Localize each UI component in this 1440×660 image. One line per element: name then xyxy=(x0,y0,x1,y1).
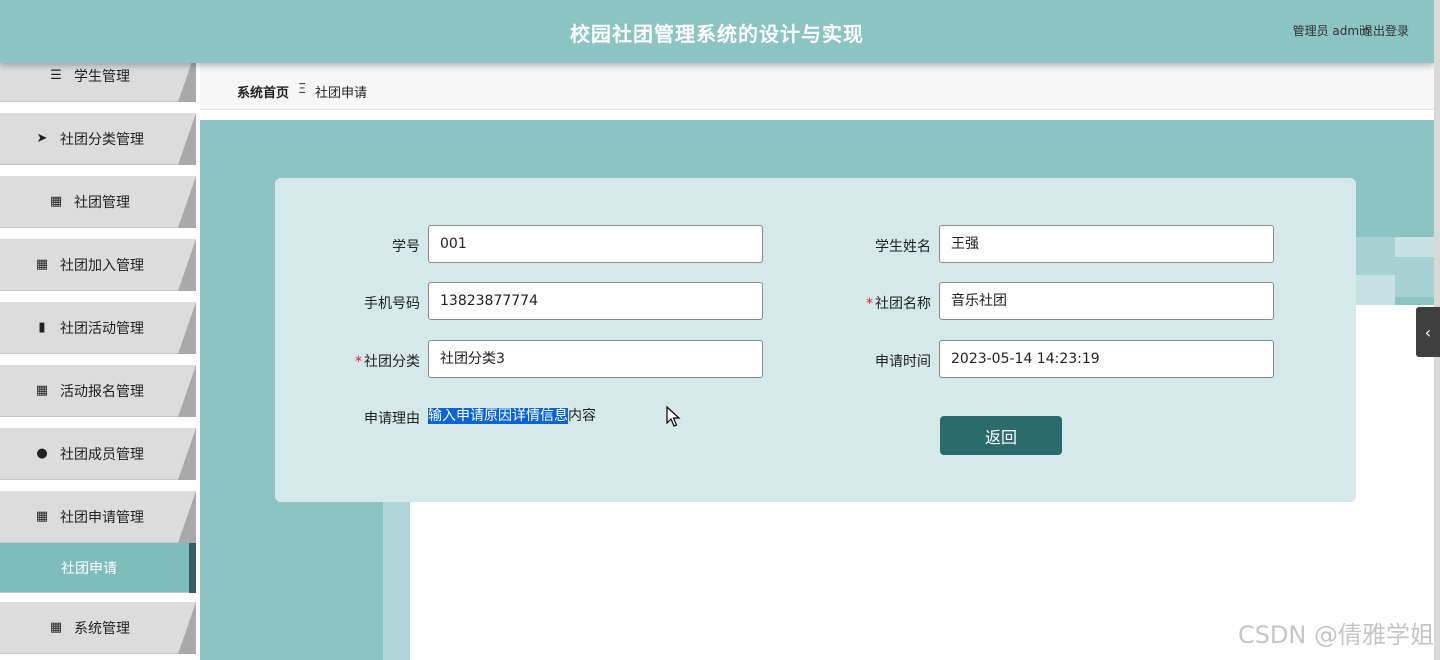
phone-field[interactable]: 13823877774 xyxy=(428,282,763,320)
watermark: CSDN @倩雅学姐 xyxy=(1237,621,1434,649)
apply-time-field[interactable]: 2023-05-14 14:23:19 xyxy=(939,340,1274,378)
menu-flap xyxy=(178,113,196,165)
sidebar: ☰ 学生管理 ➤ 社团分类管理 ▦ 社团管理 ▦ 社团加入管理 ▮ 社团活动管理 xyxy=(0,50,200,660)
menu-flap xyxy=(178,302,196,354)
breadcrumb-home[interactable]: 系统首页 xyxy=(237,82,289,101)
student-name-field[interactable]: 王强 xyxy=(939,225,1274,263)
mouse-cursor-icon xyxy=(666,406,681,427)
apply-time-label: 申请时间 xyxy=(875,354,931,370)
sidebar-item-label: 社团申请 xyxy=(61,560,117,577)
bar-chart-icon: ▮ xyxy=(38,320,46,335)
menu-flap xyxy=(178,176,196,228)
sidebar-item-label: 学生管理 xyxy=(74,68,130,85)
grid-icon: ▦ xyxy=(35,383,49,398)
paper-plane-icon: ➤ xyxy=(36,131,48,146)
sliders-icon: ☰ xyxy=(50,68,62,83)
student-name-label: 学生姓名 xyxy=(875,239,931,255)
sidebar-item-label: 社团分类管理 xyxy=(60,131,144,148)
sidebar-item-label: 社团加入管理 xyxy=(60,257,144,274)
club-category-label: * 社团分类 xyxy=(355,354,420,370)
breadcrumb-separator: Ξ xyxy=(298,82,307,97)
reason-content[interactable]: 输入申请原因详情信息内容 xyxy=(428,398,596,435)
sidebar-item-club-join-management[interactable]: ▦ 社团加入管理 xyxy=(0,239,196,291)
sidebar-item-club-activity-management[interactable]: ▮ 社团活动管理 xyxy=(0,302,196,354)
back-button[interactable]: 返回 xyxy=(940,416,1062,455)
student-no-field[interactable]: 001 xyxy=(428,225,763,263)
phone-label: 手机号码 xyxy=(364,296,420,312)
reason-label: 申请理由 xyxy=(364,411,420,427)
menu-flap xyxy=(178,365,196,417)
collapse-panel-button[interactable]: ‹ xyxy=(1416,307,1440,357)
logout-link[interactable]: 退出登录 xyxy=(1361,22,1409,39)
sidebar-item-label: 社团管理 xyxy=(74,194,130,211)
required-mark: * xyxy=(866,296,873,312)
sidebar-item-club-category-management[interactable]: ➤ 社团分类管理 xyxy=(0,113,196,165)
current-user-label: 管理员 admin xyxy=(1292,24,1370,38)
menu-flap xyxy=(178,602,196,654)
application-form: 学号 001 学生姓名 王强 手机号码 13823877774 * 社团名称 音乐… xyxy=(275,178,1356,502)
sidebar-item-label: 系统管理 xyxy=(74,620,130,637)
bg-step xyxy=(1395,237,1434,257)
app-title: 校园社团管理系统的设计与实现 xyxy=(570,22,864,46)
reason-rest-text: 内容 xyxy=(568,408,596,424)
club-category-field[interactable]: 社团分类3 xyxy=(428,340,763,378)
chevron-left-icon: ‹ xyxy=(1424,322,1432,342)
bg-strip xyxy=(383,495,410,660)
sidebar-item-label: 活动报名管理 xyxy=(60,383,144,400)
club-name-field[interactable]: 音乐社团 xyxy=(939,282,1274,320)
grid-icon: ▦ xyxy=(35,509,49,524)
menu-flap xyxy=(178,428,196,480)
grid-icon: ▦ xyxy=(49,620,63,635)
breadcrumb: 系统首页 Ξ 社团申请 xyxy=(200,63,1434,110)
bulb-icon: ● xyxy=(36,446,48,461)
required-mark: * xyxy=(355,354,362,370)
bg-step xyxy=(1355,275,1395,305)
top-header: 校园社团管理系统的设计与实现 管理员 admin 退出登录 xyxy=(0,0,1434,63)
menu-flap xyxy=(178,491,196,543)
sidebar-item-label: 社团活动管理 xyxy=(60,320,144,337)
sidebar-item-label: 社团成员管理 xyxy=(60,446,144,463)
sidebar-item-club-member-management[interactable]: ● 社团成员管理 xyxy=(0,428,196,480)
reason-selected-text: 输入申请原因详情信息 xyxy=(428,408,568,424)
sidebar-item-activity-signup-management[interactable]: ▦ 活动报名管理 xyxy=(0,365,196,417)
sidebar-subitem-club-application[interactable]: 社团申请 xyxy=(0,543,196,593)
breadcrumb-current: 社团申请 xyxy=(315,86,368,101)
club-name-label: * 社团名称 xyxy=(866,296,931,312)
bg-strip-light xyxy=(410,495,427,660)
student-no-label: 学号 xyxy=(392,239,420,255)
sidebar-item-club-management[interactable]: ▦ 社团管理 xyxy=(0,176,196,228)
grid-icon: ▦ xyxy=(35,257,49,272)
active-marker xyxy=(189,543,196,593)
menu-flap xyxy=(178,239,196,291)
sidebar-item-club-application-management[interactable]: ▦ 社团申请管理 xyxy=(0,491,196,543)
grid-icon: ▦ xyxy=(49,194,63,209)
sidebar-item-system-management[interactable]: ▦ 系统管理 xyxy=(0,602,196,654)
sidebar-item-label: 社团申请管理 xyxy=(60,509,144,526)
